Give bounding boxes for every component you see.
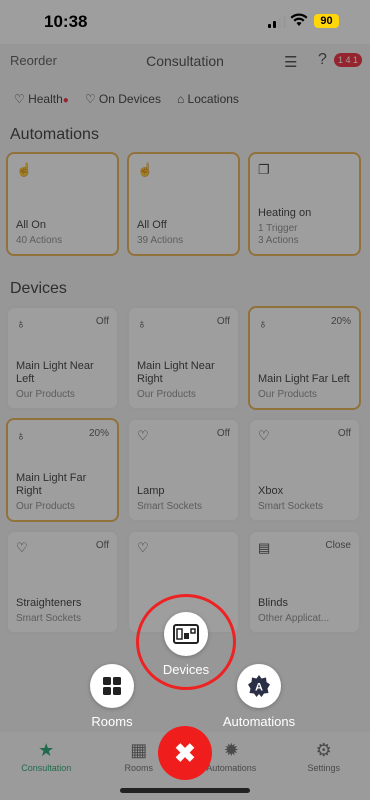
rooms-button[interactable]	[90, 664, 134, 708]
automations-menu-item[interactable]: A Automations	[220, 664, 298, 729]
add-menu: Devices Rooms A Automations	[0, 0, 370, 800]
automations-label: Automations	[222, 714, 296, 729]
automations-button[interactable]: A	[237, 664, 281, 708]
close-icon: ✖	[174, 738, 196, 768]
grid-icon	[103, 677, 121, 695]
automation-badge-icon: A	[248, 675, 270, 697]
home-indicator	[120, 788, 250, 793]
status-time: 10:38	[44, 12, 88, 31]
status-bar: 10:38 90	[0, 0, 370, 44]
battery-indicator: 90	[314, 14, 339, 28]
signal-icon	[268, 16, 286, 28]
wifi-icon	[290, 13, 308, 26]
rooms-label: Rooms	[91, 714, 133, 729]
svg-text:A: A	[255, 682, 263, 694]
close-menu-button[interactable]: ✖	[158, 726, 212, 780]
rooms-menu-item[interactable]: Rooms	[80, 664, 144, 729]
highlight-ring	[136, 594, 236, 690]
